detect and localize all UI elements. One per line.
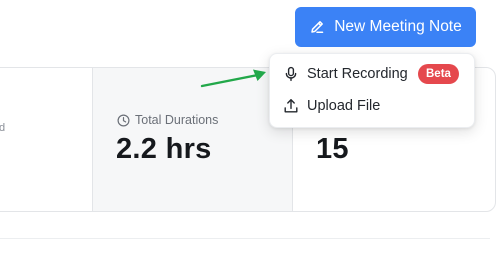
stat-label-partial: d: [0, 122, 5, 134]
stat-card-partial: d: [0, 68, 92, 211]
divider: [0, 238, 490, 239]
pencil-icon: [309, 19, 325, 35]
new-note-dropdown-menu: Start Recording Beta Upload File: [269, 53, 475, 128]
upload-file-label: Upload File: [307, 98, 381, 114]
beta-badge: Beta: [418, 64, 459, 84]
microphone-icon: [283, 66, 299, 82]
new-meeting-note-button[interactable]: New Meeting Note: [295, 7, 476, 47]
menu-item-upload-file[interactable]: Upload File: [270, 91, 474, 121]
new-meeting-note-label: New Meeting Note: [334, 18, 462, 35]
stat-label-total-durations: Total Durations: [117, 113, 218, 127]
start-recording-label: Start Recording: [307, 66, 408, 82]
clock-icon: [117, 113, 130, 127]
upload-icon: [283, 98, 299, 114]
menu-item-start-recording[interactable]: Start Recording Beta: [270, 59, 474, 89]
total-durations-value: 2.2 hrs: [116, 133, 212, 165]
total-durations-label: Total Durations: [135, 113, 219, 127]
annotation-arrow: [200, 69, 266, 88]
third-stat-value: 15: [316, 133, 349, 165]
